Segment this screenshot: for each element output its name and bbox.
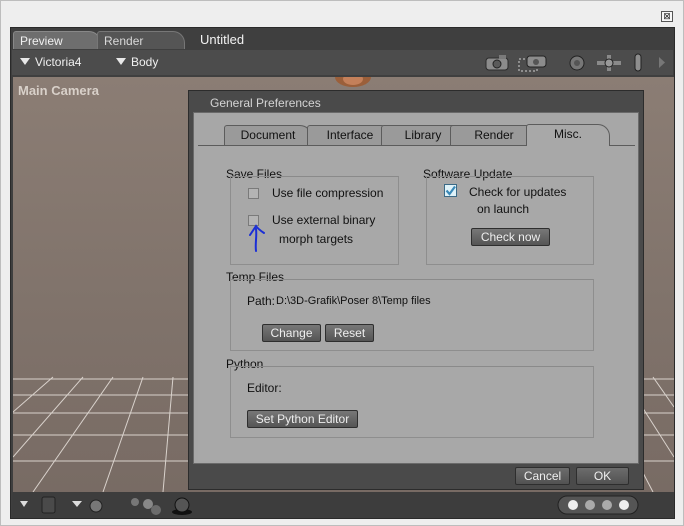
external-binary-label-line2: morph targets: [279, 232, 354, 246]
close-icon[interactable]: ⊠: [661, 11, 673, 22]
chevron-down-icon: [116, 58, 126, 65]
reset-temp-path-button[interactable]: Reset: [325, 324, 374, 342]
python-editor-label: Editor:: [247, 381, 282, 395]
ok-button[interactable]: OK: [576, 467, 629, 485]
check-updates-label-line2: on launch: [477, 202, 530, 216]
camera-select-icon[interactable]: [518, 53, 548, 72]
chevron-right-icon[interactable]: [657, 53, 667, 72]
camera-icon[interactable]: [484, 53, 510, 72]
temp-path-label: Path:: [247, 294, 276, 308]
poser-app: Preview Render Untitled Victoria4 Body M…: [10, 27, 675, 519]
tab-render[interactable]: Render: [450, 125, 538, 145]
annotation-arrow-icon: [249, 224, 265, 252]
set-python-editor-button[interactable]: Set Python Editor: [247, 410, 358, 428]
shadow-sphere-icon[interactable]: [170, 494, 194, 516]
lighting-dropdown-icon[interactable]: [70, 496, 106, 514]
figure-dropdown[interactable]: Victoria4: [20, 54, 81, 70]
bottom-toolbar: [12, 492, 673, 518]
tab-misc[interactable]: Misc.: [526, 124, 610, 146]
change-temp-path-button[interactable]: Change: [262, 324, 321, 342]
temp-path-value: D:\3D-Grafik\Poser 8\Temp files: [276, 295, 431, 307]
element-dropdown[interactable]: Body: [116, 54, 158, 70]
dialog-title: General Preferences: [210, 96, 321, 110]
misc-panel: Save Files Use file compression Use exte…: [198, 145, 635, 461]
cancel-button[interactable]: Cancel: [515, 467, 570, 485]
screenshot-frame: ⊠ Preview Render Untitled Victoria4 Body…: [0, 0, 684, 526]
viewport-toolbar: Victoria4 Body: [12, 50, 673, 75]
figure-dropdown-label: Victoria4: [35, 55, 82, 69]
file-compression-checkbox[interactable]: [248, 188, 259, 199]
multi-sphere-icon[interactable]: [126, 494, 166, 516]
dialog-body: Document Interface Library Render Misc. …: [193, 112, 639, 464]
general-preferences-dialog: General Preferences Document Interface L…: [188, 90, 644, 490]
tab-document[interactable]: Document: [224, 125, 312, 145]
check-now-button[interactable]: Check now: [471, 228, 550, 246]
external-binary-label-line1: Use external binary: [272, 213, 376, 227]
move-xy-icon[interactable]: [594, 53, 624, 72]
check-updates-label-line1: Check for updates: [469, 185, 567, 199]
tab-preview[interactable]: Preview: [13, 31, 101, 49]
file-compression-label: Use file compression: [272, 186, 384, 200]
scale-icon[interactable]: [632, 53, 644, 72]
tab-render[interactable]: Render: [97, 31, 185, 49]
document-title: Untitled: [200, 32, 245, 47]
chevron-down-icon: [20, 58, 30, 65]
element-dropdown-label: Body: [131, 55, 159, 69]
check-updates-checkbox[interactable]: [444, 184, 458, 198]
display-style-icon[interactable]: [18, 496, 58, 514]
view-dots-control[interactable]: [557, 495, 639, 515]
rotate-icon[interactable]: [567, 53, 587, 72]
